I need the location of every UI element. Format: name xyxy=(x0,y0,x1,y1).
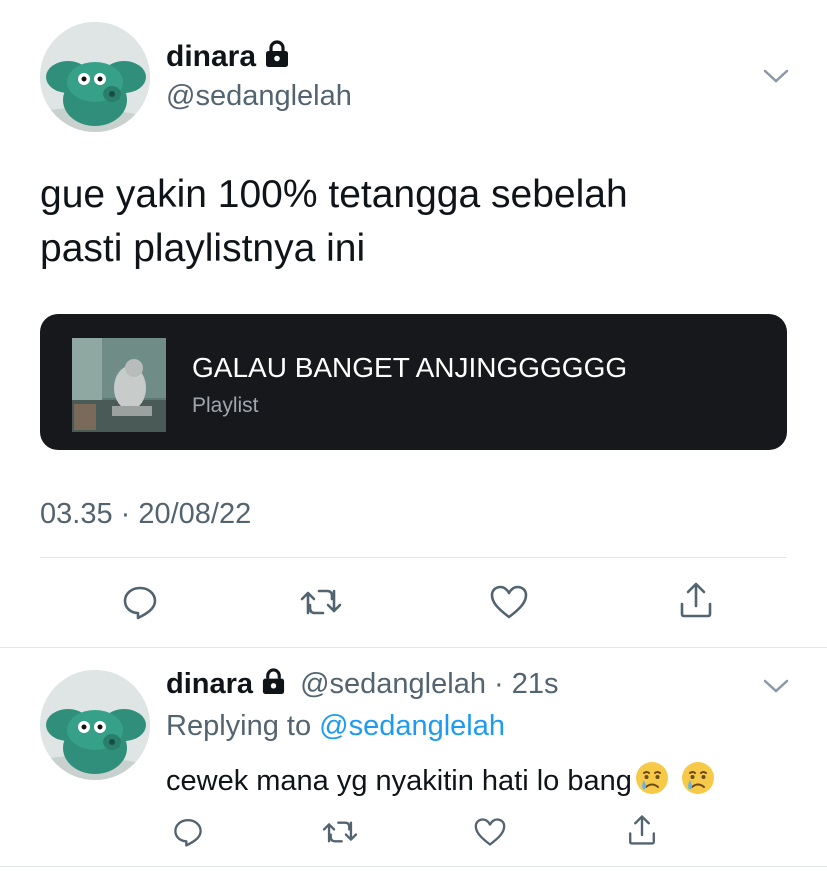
display-name[interactable]: dinara xyxy=(166,40,290,76)
retweet-icon[interactable] xyxy=(318,810,362,854)
reply-header: dinara @sedanglelah · 21s xyxy=(166,668,558,703)
bottom-divider xyxy=(0,866,827,867)
share-icon[interactable] xyxy=(620,808,664,852)
lock-icon xyxy=(261,668,286,703)
reply-handle-time[interactable]: @sedanglelah · 21s xyxy=(300,668,558,700)
replying-to: Replying to @sedanglelah xyxy=(166,710,505,743)
heart-icon[interactable] xyxy=(468,810,512,854)
tweet-separator xyxy=(0,647,827,648)
replying-to-handle-link[interactable]: @sedanglelah xyxy=(319,710,505,742)
playlist-cover-image xyxy=(72,338,166,432)
chevron-down-icon[interactable] xyxy=(762,66,790,91)
chevron-down-icon[interactable] xyxy=(762,676,790,701)
tweet-text-line: gue yakin 100% tetangga sebelah xyxy=(40,173,628,216)
playlist-label: Playlist xyxy=(192,394,259,417)
reply-text: cewek mana yg nyakitin hati lo bang xyxy=(166,760,716,804)
crying-face-emoji xyxy=(680,760,716,804)
playlist-title: GALAU BANGET ANJINGGGGGG xyxy=(192,352,628,383)
avatar[interactable] xyxy=(40,22,150,132)
playlist-card[interactable]: GALAU BANGET ANJINGGGGGG Playlist xyxy=(40,314,787,450)
reply-text-content: cewek mana yg nyakitin hati lo bang xyxy=(166,765,632,797)
retweet-icon[interactable] xyxy=(299,580,343,624)
tweet-text: gue yakin 100% tetangga sebelah pasti pl… xyxy=(40,168,628,276)
lock-icon xyxy=(264,40,290,76)
tweet-text-line: pasti playlistnya ini xyxy=(40,227,366,270)
share-icon[interactable] xyxy=(674,578,718,622)
reply-icon[interactable] xyxy=(118,580,162,624)
crying-face-emoji xyxy=(634,760,670,804)
heart-icon[interactable] xyxy=(487,580,531,624)
tweet-timestamp[interactable]: 03.35 · 20/08/22 xyxy=(40,498,251,531)
handle[interactable]: @sedanglelah xyxy=(166,80,352,113)
reply-display-name[interactable]: dinara xyxy=(166,668,253,700)
display-name-text: dinara xyxy=(166,40,257,73)
reply-icon[interactable] xyxy=(166,810,210,854)
reply-avatar[interactable] xyxy=(40,670,150,780)
divider xyxy=(40,557,787,558)
replying-to-label: Replying to xyxy=(166,710,312,742)
